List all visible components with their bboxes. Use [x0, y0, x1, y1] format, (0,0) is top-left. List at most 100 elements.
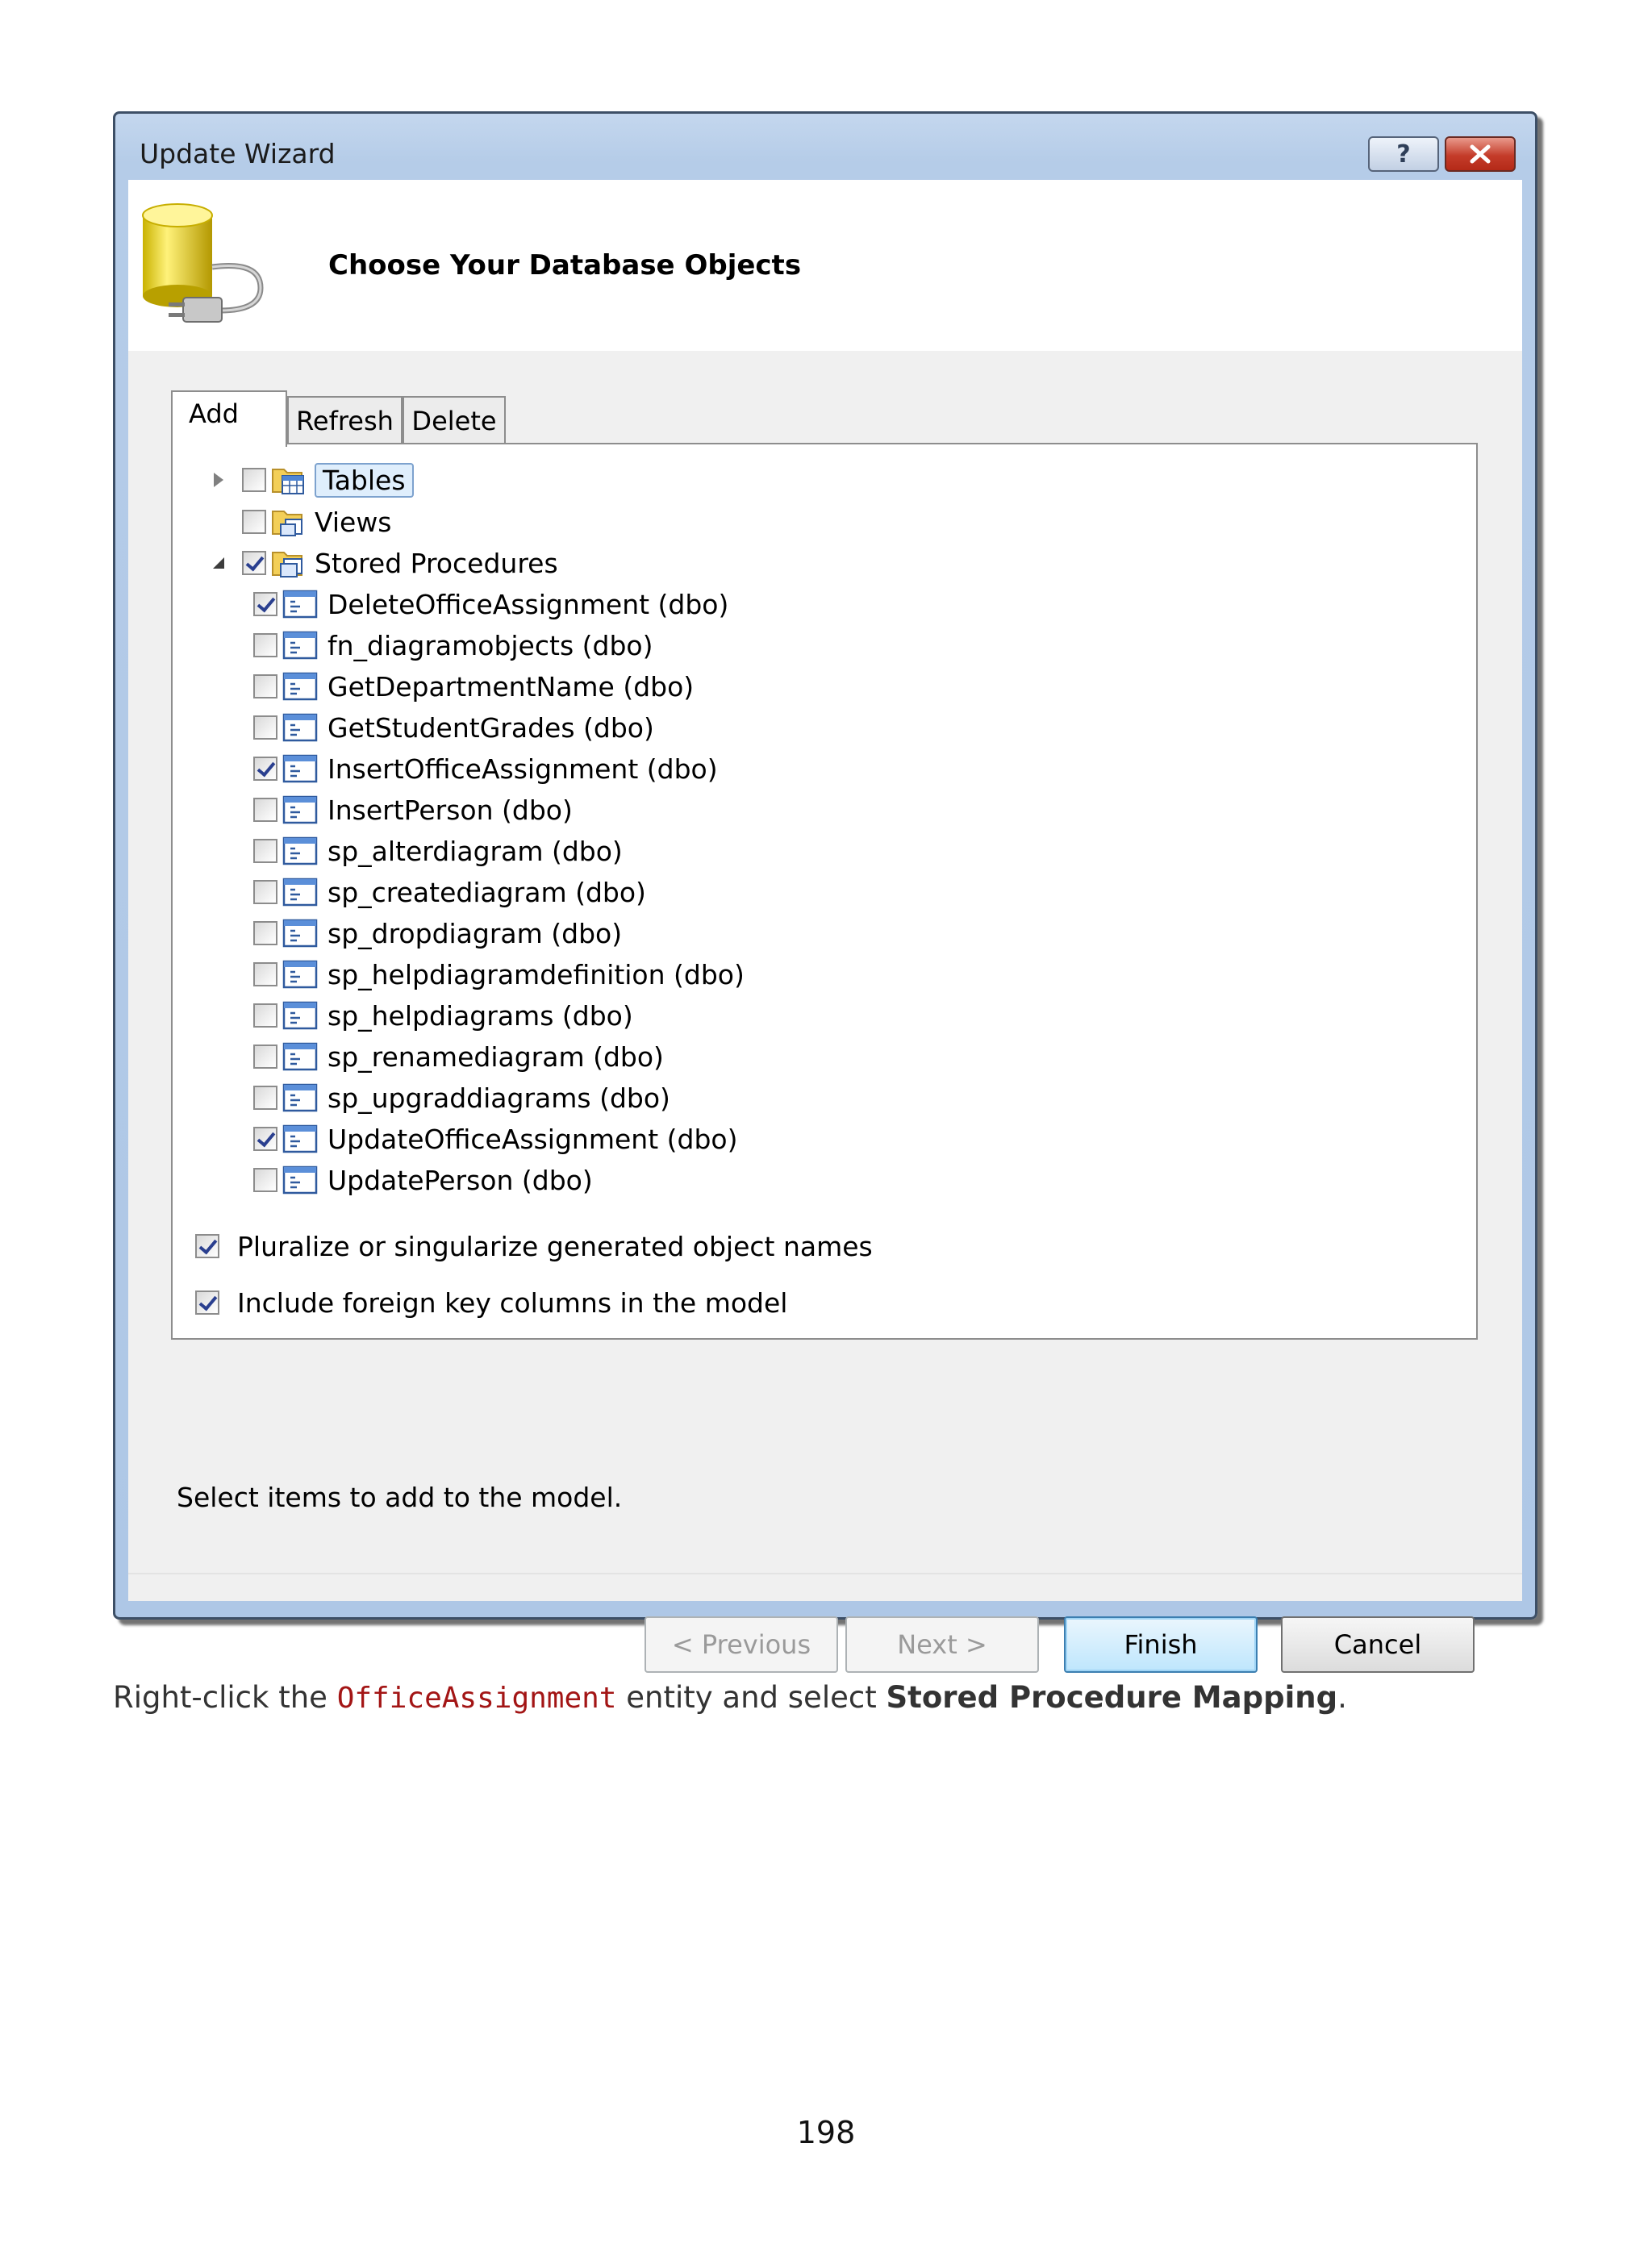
stored-procedure-icon [282, 1124, 318, 1153]
pluralize-checkbox[interactable] [195, 1234, 219, 1258]
stored-procedure-item[interactable]: InsertPerson (dbo) [253, 790, 573, 829]
caption-suffix: . [1337, 1680, 1347, 1715]
tab-label: Delete [411, 406, 497, 436]
stored-procedure-icon [282, 1083, 318, 1112]
stored-procedure-item[interactable]: sp_renamediagram (dbo) [253, 1037, 664, 1076]
stored-procedure-label: sp_dropdiagram (dbo) [327, 917, 623, 949]
caption-middle: entity and select [616, 1680, 886, 1715]
database-connection-icon [142, 203, 264, 323]
entity-name-code: OfficeAssignment [336, 1682, 617, 1715]
views-folder-icon [272, 511, 302, 536]
stored-procedure-item[interactable]: sp_helpdiagramdefinition (dbo) [253, 955, 745, 994]
finish-button[interactable]: Finish [1064, 1616, 1258, 1673]
stored-procedure-checkbox[interactable] [253, 674, 277, 698]
stored-procedure-checkbox[interactable] [253, 1045, 277, 1069]
stored-procedure-icon [282, 795, 318, 824]
help-button[interactable]: ? [1368, 136, 1439, 172]
tree-node-tables[interactable]: Tables [210, 461, 414, 499]
tab-label: Add [189, 398, 239, 429]
stored-procedure-checkbox[interactable] [253, 757, 277, 781]
stored-procedure-label: DeleteOfficeAssignment (dbo) [327, 588, 729, 620]
stored-procedure-item[interactable]: fn_diagramobjects (dbo) [253, 626, 653, 665]
stored-procedure-item[interactable]: sp_creatediagram (dbo) [253, 873, 646, 911]
stored-procedure-icon [282, 1001, 318, 1030]
stored-procedures-folder-icon [272, 552, 302, 578]
stored-procedure-checkbox[interactable] [253, 921, 277, 945]
stored-procedure-item[interactable]: sp_dropdiagram (dbo) [253, 914, 622, 953]
next-button[interactable]: Next > [845, 1616, 1039, 1673]
stored-procedure-item[interactable]: UpdateOfficeAssignment (dbo) [253, 1120, 737, 1158]
caption-prefix: Right-click the [113, 1680, 337, 1715]
stored-procedure-label: sp_creatediagram (dbo) [327, 876, 646, 908]
previous-button[interactable]: < Previous [645, 1616, 838, 1673]
tables-checkbox[interactable] [242, 468, 266, 492]
stored-procedure-label: sp_alterdiagram (dbo) [327, 835, 623, 867]
stored-procedure-label: sp_helpdiagrams (dbo) [327, 999, 633, 1032]
stored-procedure-icon [282, 631, 318, 660]
collapse-arrow-icon[interactable] [210, 554, 227, 572]
stored-procedure-item[interactable]: sp_upgraddiagrams (dbo) [253, 1078, 670, 1117]
expand-arrow-icon[interactable] [210, 471, 227, 489]
update-wizard-dialog: Update Wizard ? Choose Your Database Obj… [113, 111, 1537, 1673]
stored-procedure-checkbox[interactable] [253, 715, 277, 740]
stored-procedure-item[interactable]: sp_helpdiagrams (dbo) [253, 996, 633, 1035]
add-tab-panel: Tables Views Stored Procedures DeleteOff… [171, 443, 1478, 1340]
tab-refresh[interactable]: Refresh [287, 396, 403, 444]
stored-procedure-icon [282, 590, 318, 619]
stored-procedure-icon [282, 960, 318, 989]
stored-procedure-item[interactable]: sp_alterdiagram (dbo) [253, 832, 623, 870]
caption-text: Right-click the OfficeAssignment entity … [113, 1680, 1347, 1715]
views-checkbox[interactable] [242, 510, 266, 534]
tables-folder-icon [272, 469, 304, 494]
stored-procedure-item[interactable]: InsertOfficeAssignment (dbo) [253, 749, 718, 788]
stored-procedure-checkbox[interactable] [253, 1127, 277, 1151]
wizard-header: Choose Your Database Objects [128, 180, 1522, 351]
stored-procedure-checkbox[interactable] [253, 592, 277, 616]
stored-procedure-label: fn_diagramobjects (dbo) [327, 629, 653, 661]
divider [128, 1573, 1522, 1574]
foreign-keys-option[interactable]: Include foreign key columns in the model [195, 1283, 787, 1322]
tree-node-label: Stored Procedures [315, 547, 558, 579]
wizard-client-area: Choose Your Database Objects Add Refresh… [128, 180, 1522, 1673]
stored-procedure-checkbox[interactable] [253, 839, 277, 863]
foreign-keys-label: Include foreign key columns in the model [237, 1286, 788, 1319]
stored-procedure-checkbox[interactable] [253, 1168, 277, 1192]
stored-procedure-checkbox[interactable] [253, 1003, 277, 1028]
close-icon [1470, 144, 1491, 164]
foreign-keys-checkbox[interactable] [195, 1291, 219, 1315]
stored-procedure-checkbox[interactable] [253, 880, 277, 904]
stored-procedure-label: GetDepartmentName (dbo) [327, 670, 695, 703]
stored-procedure-item[interactable]: DeleteOfficeAssignment (dbo) [253, 585, 728, 623]
pluralize-label: Pluralize or singularize generated objec… [237, 1230, 873, 1262]
stored-procedure-icon [282, 672, 318, 701]
close-button[interactable] [1445, 136, 1516, 172]
stored-procedure-item[interactable]: UpdatePerson (dbo) [253, 1161, 593, 1199]
page-number: 198 [796, 2115, 856, 2150]
stored-procedure-label: sp_upgraddiagrams (dbo) [327, 1082, 670, 1114]
stored-procedure-checkbox[interactable] [253, 962, 277, 986]
stored-procedure-label: GetStudentGrades (dbo) [327, 711, 654, 744]
stored-procedure-label: sp_helpdiagramdefinition (dbo) [327, 958, 745, 990]
stored-procedures-checkbox[interactable] [242, 551, 266, 575]
tab-delete[interactable]: Delete [403, 396, 506, 444]
page-title: Choose Your Database Objects [328, 249, 802, 281]
tree-node-stored-procedures[interactable]: Stored Procedures [210, 544, 558, 582]
status-hint: Select items to add to the model. [177, 1482, 623, 1513]
help-icon: ? [1396, 140, 1411, 169]
tree-node-label: Views [315, 506, 392, 538]
tab-label: Refresh [296, 406, 394, 436]
pluralize-option[interactable]: Pluralize or singularize generated objec… [195, 1227, 873, 1266]
cancel-button[interactable]: Cancel [1281, 1616, 1475, 1673]
tree-node-label: Tables [315, 462, 414, 498]
tree-node-views[interactable]: Views [210, 502, 392, 541]
window-title: Update Wizard [140, 138, 336, 169]
stored-procedure-checkbox[interactable] [253, 1086, 277, 1110]
stored-procedure-item[interactable]: GetStudentGrades (dbo) [253, 708, 654, 747]
stored-procedure-label: InsertPerson (dbo) [327, 794, 573, 826]
stored-procedure-checkbox[interactable] [253, 633, 277, 657]
stored-procedure-checkbox[interactable] [253, 798, 277, 822]
tab-add[interactable]: Add [171, 390, 287, 447]
stored-procedure-item[interactable]: GetDepartmentName (dbo) [253, 667, 694, 706]
stored-procedure-icon [282, 754, 318, 783]
stored-procedure-icon [282, 1165, 318, 1195]
